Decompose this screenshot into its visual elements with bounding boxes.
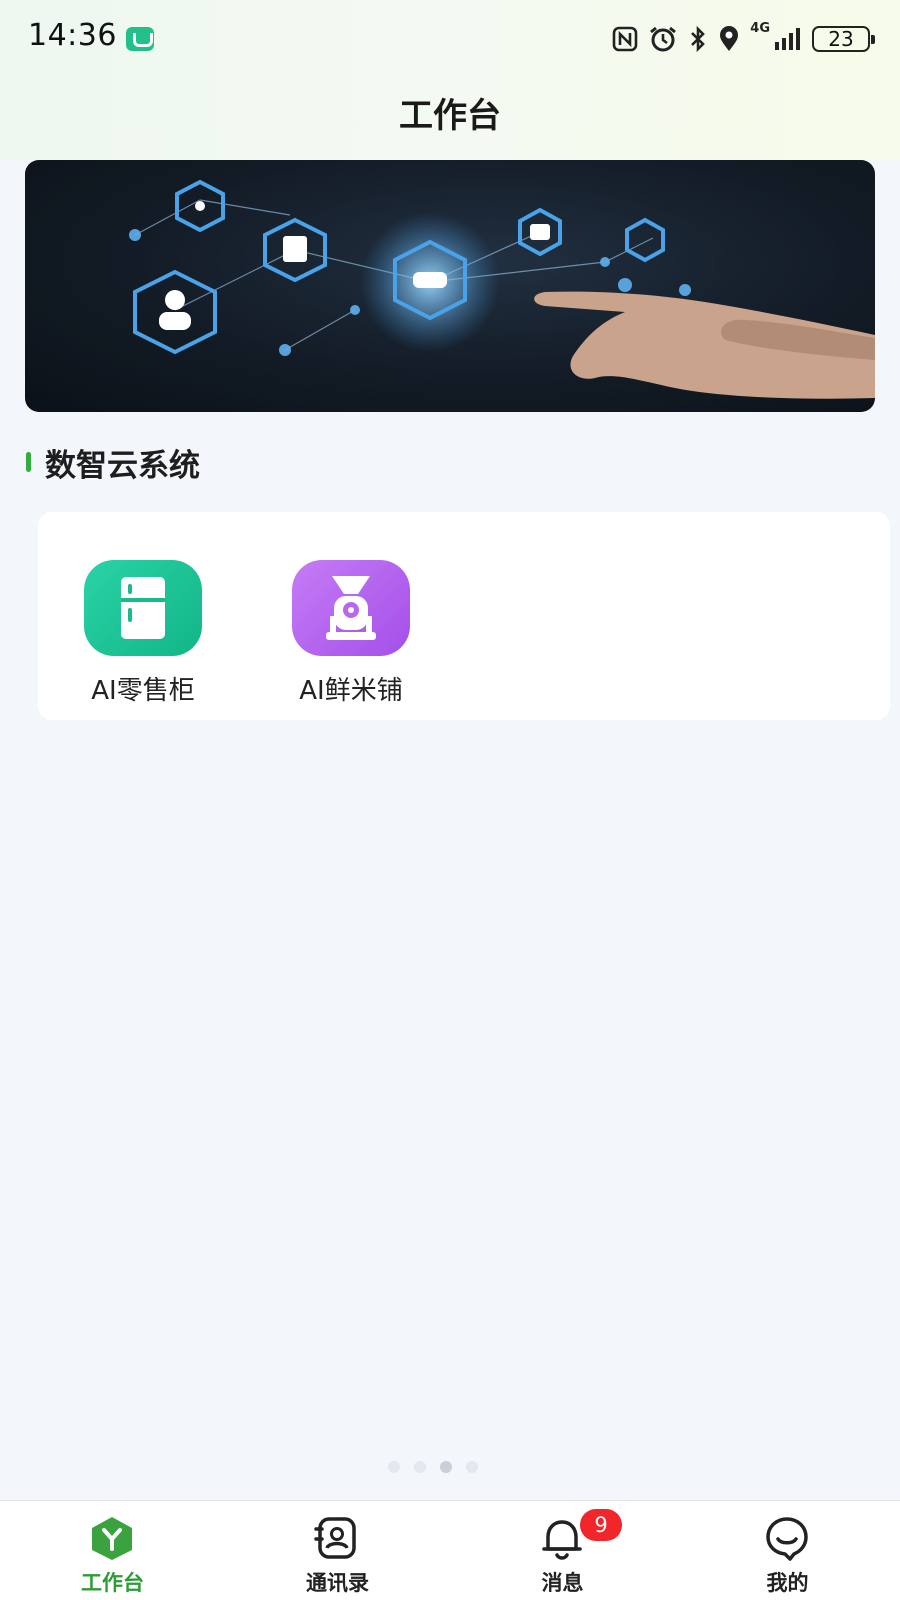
tab-label: 我的 [766, 1571, 809, 1595]
section-title: 数智云系统 [45, 447, 200, 484]
tab-label: 工作台 [81, 1571, 144, 1595]
battery-icon: 23 [812, 26, 875, 52]
message-badge: 9 [580, 1509, 622, 1541]
section-accent-bar [26, 452, 31, 472]
app-ai-rice-shop[interactable]: AI鲜米铺 [276, 560, 426, 707]
tab-profile[interactable]: 我的 [675, 1501, 900, 1600]
location-icon [720, 26, 739, 51]
page-dot [466, 1461, 478, 1473]
network-type: 4G [750, 21, 770, 36]
page-title: 工作台 [399, 96, 501, 136]
status-time: 14:36 [28, 18, 117, 53]
tab-messages[interactable]: 9 消息 [450, 1501, 675, 1600]
app-label: AI零售柜 [91, 676, 195, 706]
workbench-icon [92, 1517, 132, 1560]
nfc-icon [612, 26, 638, 52]
signal-icon [775, 28, 800, 50]
page-dot [388, 1461, 400, 1473]
page-dot [414, 1461, 426, 1473]
contacts-icon [314, 1517, 356, 1559]
fridge-icon [84, 560, 202, 656]
app-label: AI鲜米铺 [299, 676, 403, 706]
tab-label: 消息 [541, 1571, 584, 1595]
bell-icon [542, 1520, 582, 1560]
bluetooth-icon [691, 25, 706, 53]
rice-machine-icon [292, 560, 410, 656]
status-bar: 14:36 4G 23 [0, 0, 900, 78]
profile-icon [766, 1517, 808, 1561]
tech-network-banner [25, 160, 875, 412]
bottom-tab-bar: 工作台 通讯录 9 消息 我的 [0, 1500, 900, 1600]
banner-image[interactable] [25, 160, 875, 412]
page-dot-active [440, 1461, 452, 1473]
page-indicator [388, 1460, 478, 1474]
notification-app-icon [126, 27, 154, 51]
app-grid-card: AI零售柜 AI鲜米铺 [38, 512, 890, 720]
tab-label: 通讯录 [306, 1571, 369, 1595]
section-header: 数智云系统 [26, 444, 200, 484]
alarm-icon [650, 26, 677, 52]
tab-workbench[interactable]: 工作台 [0, 1501, 225, 1600]
tab-contacts[interactable]: 通讯录 [225, 1501, 450, 1600]
status-icons: 4G 23 [612, 21, 875, 56]
app-ai-retail-cabinet[interactable]: AI零售柜 [68, 560, 218, 707]
battery-level: 23 [828, 27, 854, 51]
